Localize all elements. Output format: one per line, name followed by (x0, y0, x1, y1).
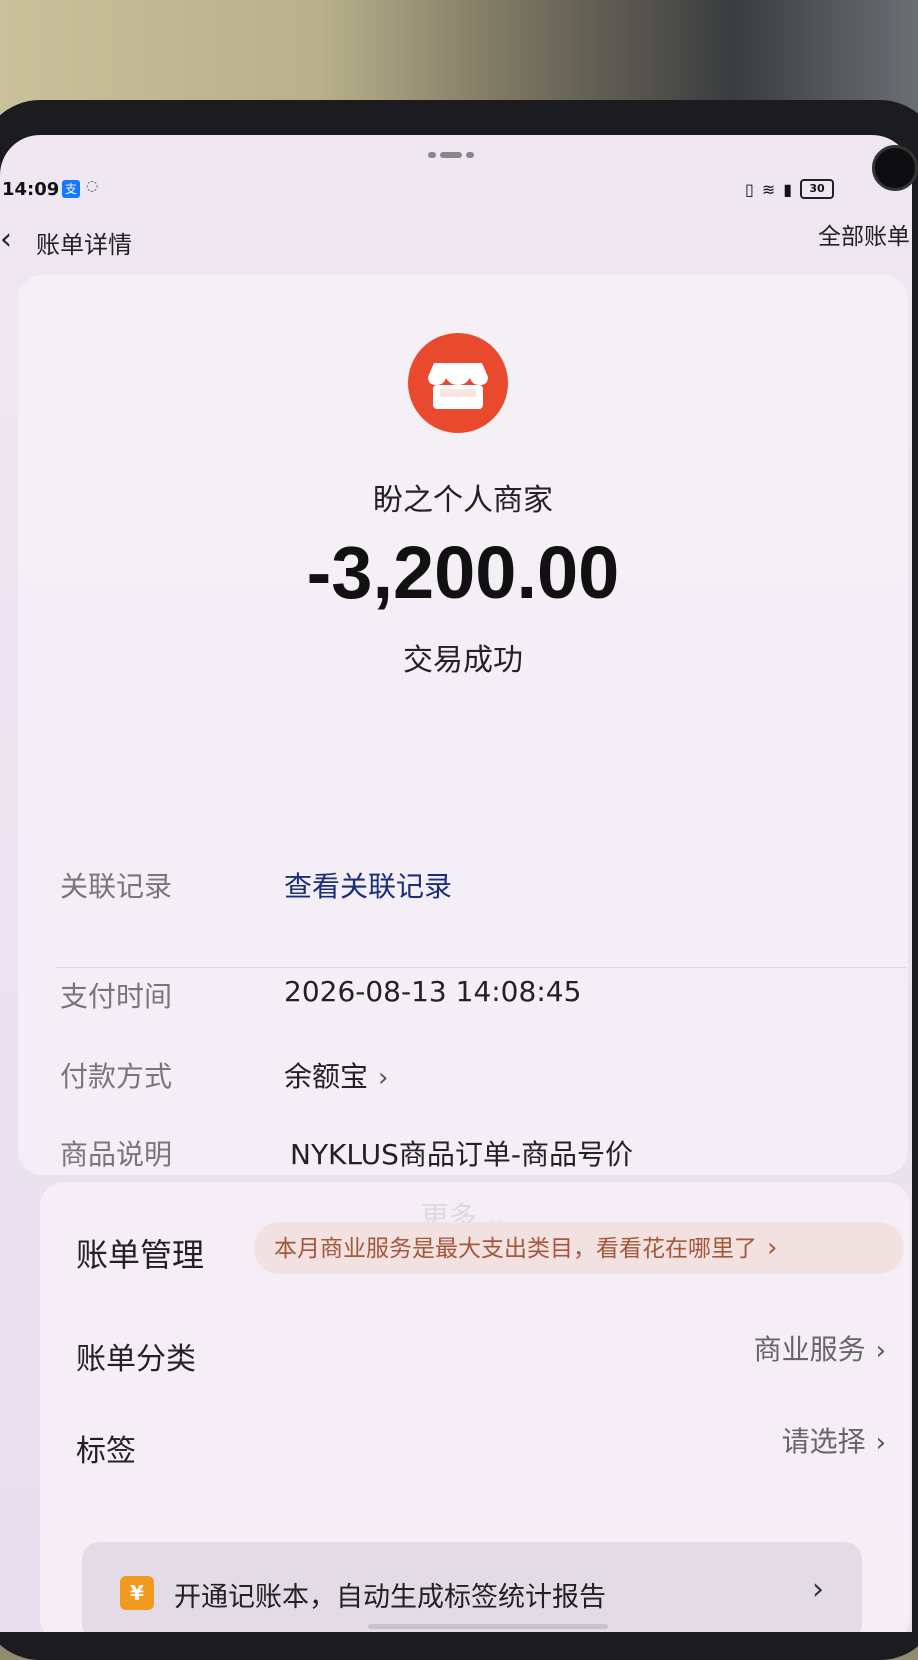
chevron-right-icon: › (378, 1063, 389, 1093)
status-time: 14:09 (2, 179, 60, 200)
status-indicators: ▯ ≋ ▮ 30 (745, 179, 835, 199)
pay-method-row[interactable]: 付款方式 余额宝 › (18, 1055, 908, 1105)
pay-time-value: 2026-08-13 14:08:45 (284, 975, 582, 1008)
home-indicator[interactable] (368, 1624, 608, 1629)
pay-method-label: 付款方式 (60, 1060, 173, 1093)
vibrate-icon: ▯ (745, 179, 754, 199)
related-records-label: 关联记录 (60, 870, 173, 903)
pay-method-value-wrap[interactable]: 余额宝 › (284, 1055, 388, 1095)
tag-value-wrap: 请选择 › (782, 1420, 886, 1460)
pay-time-label: 支付时间 (60, 980, 173, 1013)
pay-time-row: 支付时间 2026-08-13 14:08:45 (18, 975, 908, 1025)
bill-category-value-wrap: 商业服务 › (754, 1328, 886, 1368)
chat-bubble-icon: ◌ (86, 178, 99, 194)
front-camera (872, 145, 918, 191)
chevron-right-icon: › (875, 1336, 886, 1366)
description-row: 商品说明 NYKLUS商品订单-商品号价 (18, 1133, 908, 1183)
multitask-handle[interactable] (428, 151, 478, 159)
spending-tip-pill[interactable]: 本月商业服务是最大支出类目，看看花在哪里了 › (254, 1222, 904, 1274)
related-records-row: 关联记录 查看关联记录 (18, 865, 908, 915)
transaction-status: 交易成功 (403, 643, 523, 678)
phone-screen: 14:09 支 ◌ ▯ ≋ ▮ 30 ‹ 账单详情 全部账单 盼之个人商家 -3… (0, 135, 912, 1632)
sim-icon: ▮ (783, 179, 793, 199)
all-bills-link[interactable]: 全部账单 (818, 217, 910, 251)
bill-category-row[interactable]: 账单分类 商业服务 › (40, 1328, 910, 1378)
ledger-promo-text: 开通记账本，自动生成标签统计报告 (174, 1582, 606, 1613)
pay-method-value: 余额宝 (284, 1060, 369, 1093)
description-value: NYKLUS商品订单-商品号价 (290, 1138, 633, 1171)
spending-tip-text: 本月商业服务是最大支出类目，看看花在哪里了 (274, 1236, 757, 1262)
bill-management-title: 账单管理 (76, 1236, 205, 1274)
battery-icon: 30 (800, 179, 835, 199)
transaction-amount: -3,200.00 (306, 531, 620, 614)
bill-management-card: 账单管理 本月商业服务是最大支出类目，看看花在哪里了 › 账单分类 商业服务 › 标… (40, 1182, 910, 1632)
yuan-ledger-icon: ¥ (120, 1576, 154, 1610)
tag-value: 请选择 (781, 1425, 866, 1458)
description-label: 商品说明 (60, 1138, 173, 1171)
status-bar: 14:09 支 ◌ ▯ ≋ ▮ 30 (0, 175, 912, 205)
nav-bar: ‹ 账单详情 全部账单 (0, 217, 912, 259)
tag-label: 标签 (76, 1434, 136, 1469)
back-icon[interactable]: ‹ (0, 225, 12, 255)
chevron-right-icon: › (767, 1233, 778, 1263)
bill-category-value: 商业服务 (753, 1333, 866, 1366)
wifi-icon: ≋ (761, 179, 776, 199)
chevron-right-icon: › (812, 1572, 824, 1607)
page-title: 账单详情 (36, 231, 132, 259)
chevron-right-icon: › (875, 1428, 886, 1458)
bill-summary-card: 盼之个人商家 -3,200.00 交易成功 关联记录 查看关联记录 支付时间 2… (18, 275, 908, 1233)
tag-row[interactable]: 标签 请选择 › (40, 1420, 910, 1470)
divider (56, 967, 906, 968)
bill-category-label: 账单分类 (76, 1342, 196, 1377)
view-related-records-link[interactable]: 查看关联记录 (284, 865, 452, 905)
merchant-name: 盼之个人商家 (373, 483, 553, 518)
alipay-icon: 支 (62, 180, 80, 198)
merchant-store-icon (408, 333, 508, 433)
ledger-promo-banner[interactable]: ¥ 开通记账本，自动生成标签统计报告 › (82, 1542, 862, 1632)
